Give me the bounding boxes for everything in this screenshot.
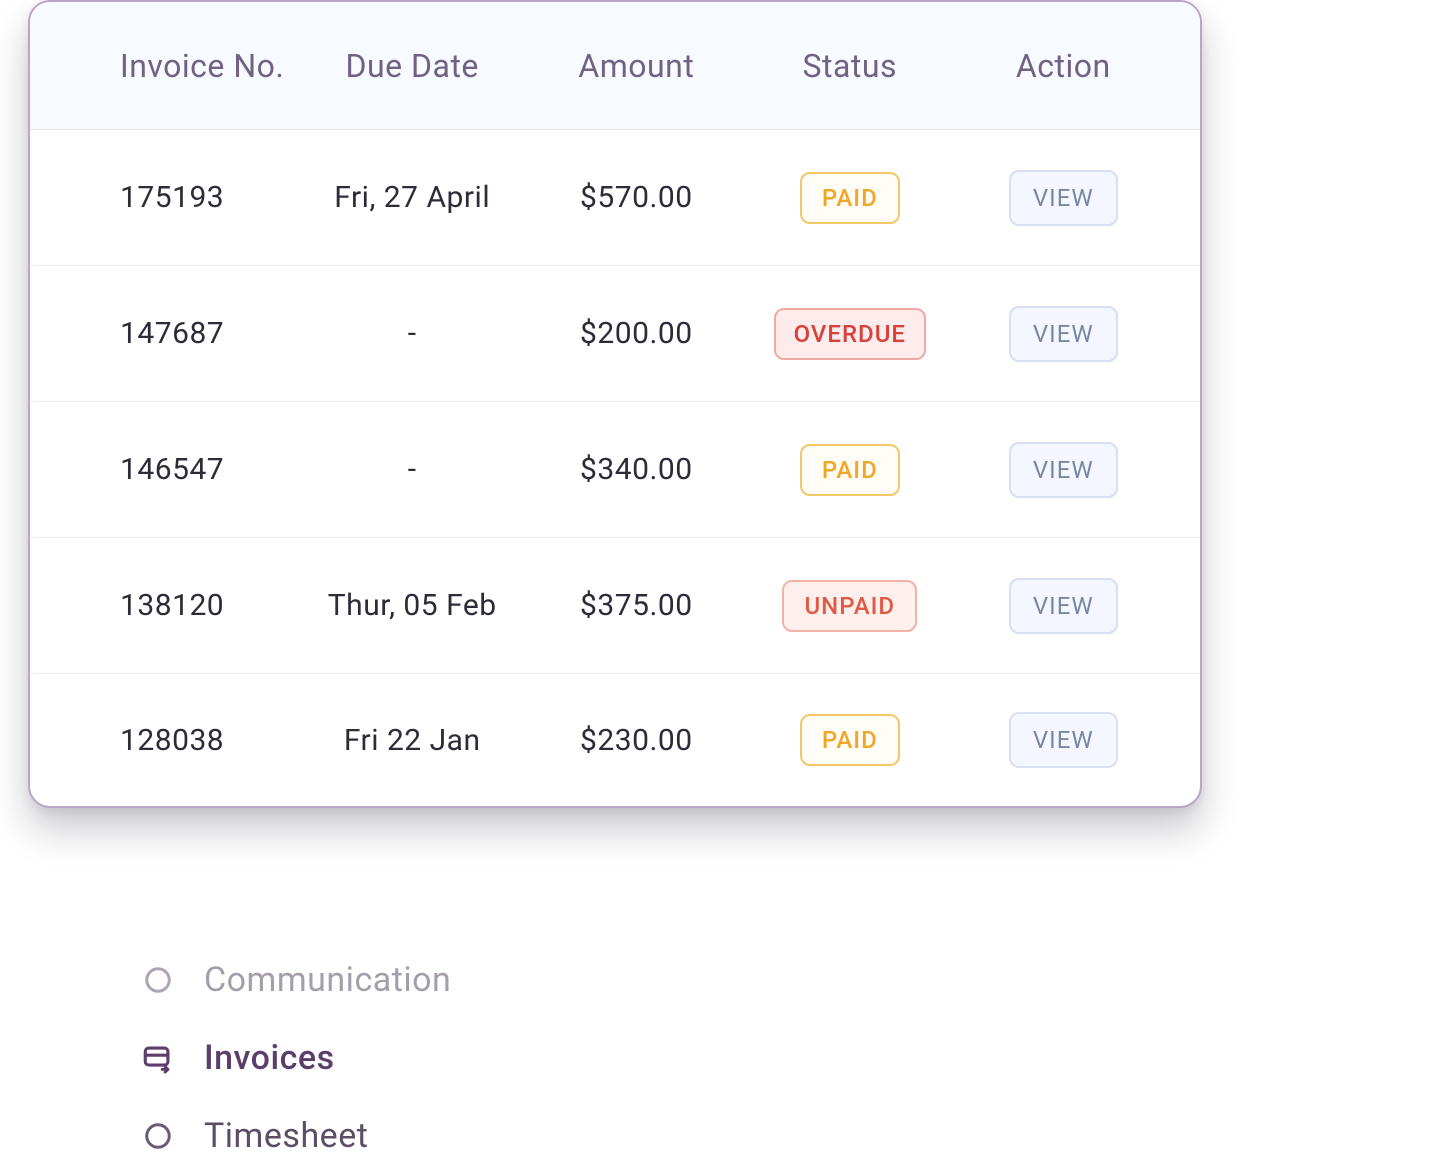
- cell-status: PAID: [743, 714, 956, 766]
- cell-action: VIEW: [957, 578, 1170, 634]
- background-nav: Communication Invoices Timesheet: [140, 960, 451, 1156]
- cell-due-date: Fri, 27 April: [295, 180, 530, 215]
- status-badge: PAID: [800, 172, 900, 224]
- cell-invoice-no: 175193: [60, 180, 295, 215]
- cell-invoice-no: 128038: [60, 723, 295, 758]
- sidebar-item-label: Communication: [204, 960, 451, 1000]
- cell-status: OVERDUE: [743, 308, 956, 360]
- circle-outline-icon: [140, 962, 176, 998]
- view-button[interactable]: VIEW: [1009, 306, 1118, 362]
- col-header-action: Action: [957, 47, 1170, 85]
- cell-action: VIEW: [957, 170, 1170, 226]
- invoice-icon: [140, 1040, 176, 1076]
- sidebar-item-timesheet[interactable]: Timesheet: [140, 1116, 451, 1156]
- cell-status: UNPAID: [743, 580, 956, 632]
- sidebar-item-communication[interactable]: Communication: [140, 960, 451, 1000]
- cell-due-date: -: [295, 316, 530, 351]
- table-header-row: Invoice No. Due Date Amount Status Actio…: [30, 2, 1200, 130]
- cell-action: VIEW: [957, 712, 1170, 768]
- cell-amount: $375.00: [530, 588, 743, 623]
- table-row: 147687 - $200.00 OVERDUE VIEW: [30, 266, 1200, 402]
- circle-outline-icon: [140, 1118, 176, 1154]
- cell-amount: $340.00: [530, 452, 743, 487]
- cell-status: PAID: [743, 444, 956, 496]
- table-row: 146547 - $340.00 PAID VIEW: [30, 402, 1200, 538]
- view-button[interactable]: VIEW: [1009, 442, 1118, 498]
- cell-amount: $230.00: [530, 723, 743, 758]
- invoice-table-card: Invoice No. Due Date Amount Status Actio…: [28, 0, 1202, 808]
- cell-due-date: Fri 22 Jan: [295, 723, 530, 758]
- table-row: 175193 Fri, 27 April $570.00 PAID VIEW: [30, 130, 1200, 266]
- view-button[interactable]: VIEW: [1009, 170, 1118, 226]
- cell-invoice-no: 146547: [60, 452, 295, 487]
- view-button[interactable]: VIEW: [1009, 578, 1118, 634]
- cell-amount: $570.00: [530, 180, 743, 215]
- sidebar-item-label: Timesheet: [204, 1116, 368, 1156]
- status-badge: PAID: [800, 444, 900, 496]
- col-header-status: Status: [743, 47, 956, 85]
- table-body: 175193 Fri, 27 April $570.00 PAID VIEW 1…: [30, 130, 1200, 806]
- cell-action: VIEW: [957, 306, 1170, 362]
- cell-amount: $200.00: [530, 316, 743, 351]
- table-row: 128038 Fri 22 Jan $230.00 PAID VIEW: [30, 674, 1200, 806]
- status-badge: PAID: [800, 714, 900, 766]
- view-button[interactable]: VIEW: [1009, 712, 1118, 768]
- table-row: 138120 Thur, 05 Feb $375.00 UNPAID VIEW: [30, 538, 1200, 674]
- cell-due-date: Thur, 05 Feb: [295, 588, 530, 623]
- status-badge: UNPAID: [782, 580, 917, 632]
- sidebar-item-label: Invoices: [204, 1038, 335, 1078]
- cell-status: PAID: [743, 172, 956, 224]
- col-header-due-date: Due Date: [295, 47, 530, 85]
- cell-invoice-no: 138120: [60, 588, 295, 623]
- cell-action: VIEW: [957, 442, 1170, 498]
- status-badge: OVERDUE: [774, 308, 926, 360]
- col-header-amount: Amount: [530, 47, 743, 85]
- cell-invoice-no: 147687: [60, 316, 295, 351]
- cell-due-date: -: [295, 452, 530, 487]
- sidebar-item-invoices[interactable]: Invoices: [140, 1038, 451, 1078]
- col-header-invoice-no: Invoice No.: [60, 47, 295, 85]
